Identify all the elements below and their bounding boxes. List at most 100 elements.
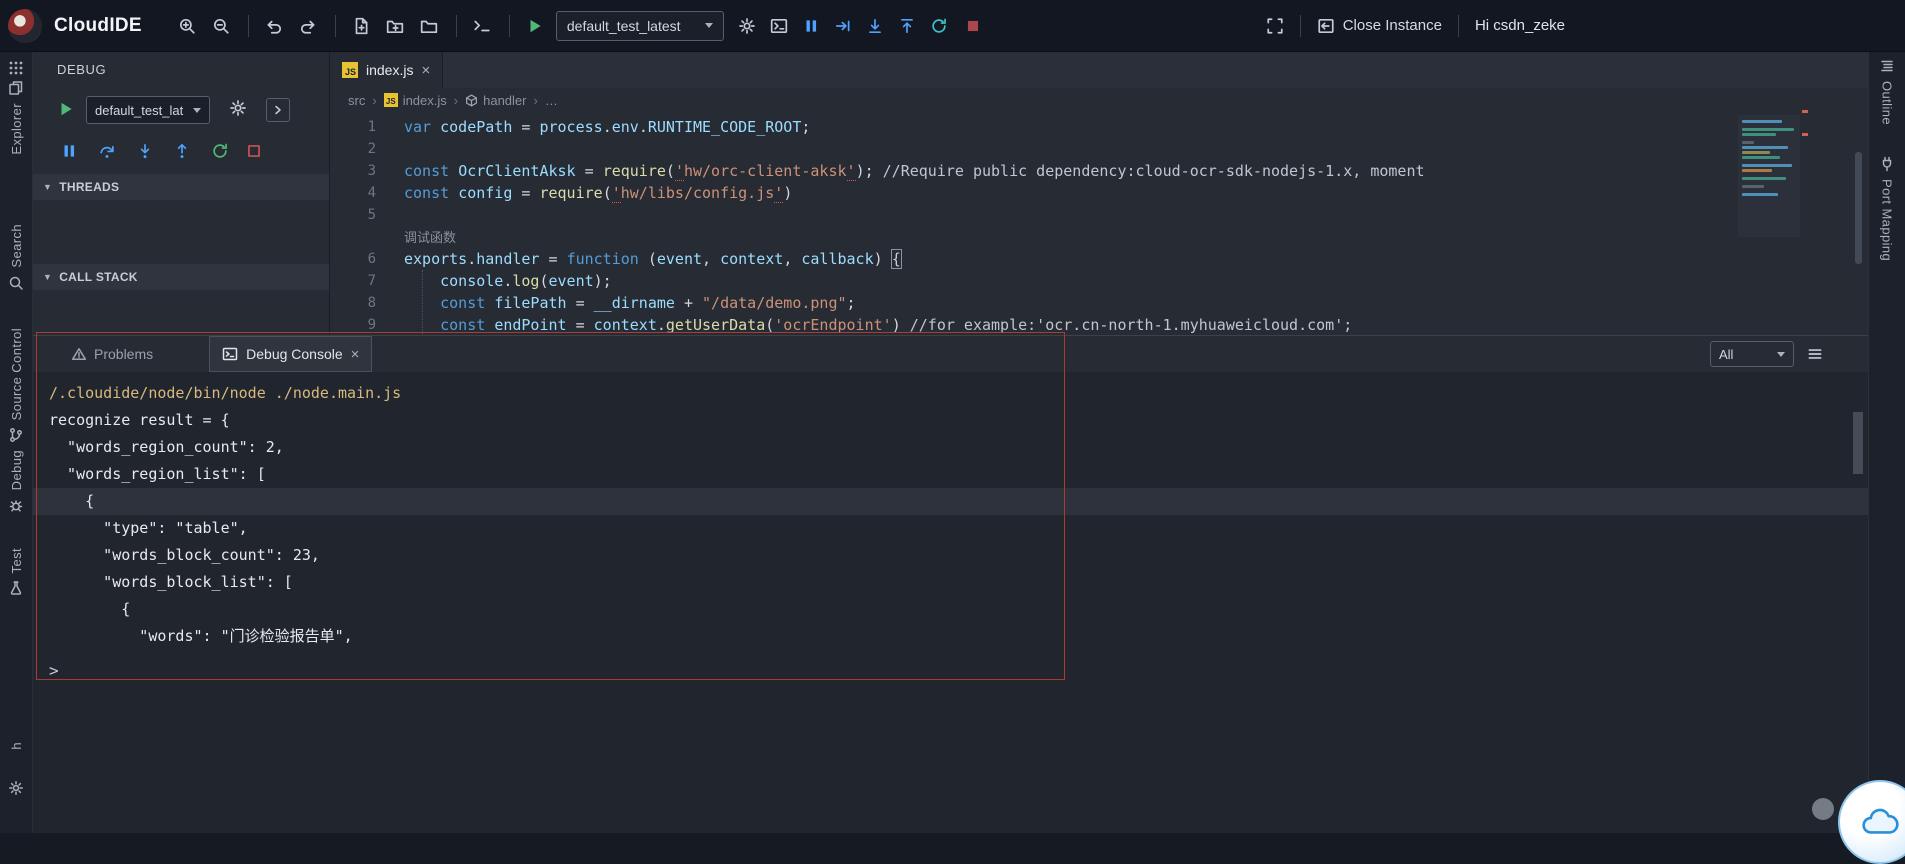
close-instance-button[interactable]: Close Instance (1317, 17, 1442, 35)
console-line: "words_block_count": 23, (33, 542, 1868, 569)
code-line: 9 const endPoint = context.getUserData('… (330, 314, 1868, 335)
gear-icon (8, 780, 24, 796)
runtime-select[interactable]: default_test_latest (556, 11, 724, 41)
refresh-icon[interactable] (930, 17, 948, 35)
sidebar-item-partial[interactable]: h (0, 742, 32, 750)
editor-scrollbar[interactable] (1855, 152, 1862, 264)
outline-icon (1879, 58, 1895, 74)
code-lines: 1var codePath = process.env.RUNTIME_CODE… (330, 116, 1868, 335)
minimap[interactable] (1738, 115, 1800, 237)
runtime-select-value: default_test_latest (567, 18, 681, 34)
console-filter-value: All (1719, 347, 1733, 362)
js-file-icon: JS (342, 62, 358, 78)
code-line: 1var codePath = process.env.RUNTIME_CODE… (330, 116, 1868, 138)
upload-icon[interactable] (898, 17, 916, 35)
breadcrumb-item[interactable]: handler (465, 93, 526, 108)
console-scrollbar[interactable] (1853, 412, 1863, 474)
sidebar-item-label: Debug (9, 450, 24, 490)
close-icon[interactable]: × (421, 63, 430, 78)
new-file-icon[interactable] (352, 17, 370, 35)
code-line: 调试函数 (330, 226, 1868, 248)
close-instance-icon (1317, 17, 1335, 35)
tab-label: Problems (94, 346, 153, 362)
breadcrumb-item[interactable]: … (545, 93, 558, 108)
console-prompt[interactable]: > (33, 658, 1868, 684)
call-stack-section-header[interactable]: ▼ CALL STACK (33, 264, 329, 290)
beaker-icon (8, 580, 24, 596)
debug-config-select[interactable]: default_test_lat (86, 96, 210, 124)
warning-icon (71, 346, 87, 362)
sidebar-item-source-control[interactable]: Source Control (0, 328, 32, 443)
app-title: CloudIDE (54, 15, 142, 37)
chevron-down-icon (1777, 352, 1785, 357)
restart-icon[interactable] (211, 142, 229, 160)
cloudide-window: CloudIDE default_test_latest (0, 0, 1905, 833)
gear-icon[interactable] (738, 17, 756, 35)
chevron-right-icon (270, 102, 286, 118)
continue-to-end-icon[interactable] (834, 17, 852, 35)
zoom-out-icon[interactable] (212, 17, 230, 35)
console-line: { (33, 488, 1868, 515)
run-play-icon[interactable] (526, 17, 544, 35)
step-out-icon[interactable] (173, 142, 191, 160)
debug-controls-row (33, 140, 329, 168)
breadcrumb-item[interactable]: JS index.js (384, 93, 447, 108)
tab-label: index.js (366, 62, 413, 78)
topbar-right-group: Close Instance Hi csdn_zeke (1266, 15, 1565, 37)
undo-icon[interactable] (265, 17, 283, 35)
download-icon[interactable] (866, 17, 884, 35)
open-launch-config-button[interactable] (266, 98, 290, 122)
section-label: THREADS (59, 180, 119, 194)
sidebar-item-test[interactable]: Test (0, 548, 32, 596)
threads-section-header[interactable]: ▼ THREADS (33, 174, 329, 200)
bottom-panel-tabbar: Problems Debug Console × All (33, 336, 1868, 372)
settings-button[interactable] (0, 780, 32, 796)
step-over-icon[interactable] (98, 142, 116, 160)
code-line: 2 (330, 138, 1868, 160)
assistant-secondary-dot[interactable] (1812, 798, 1834, 820)
zoom-in-icon[interactable] (178, 17, 196, 35)
console-lines: /.cloudide/node/bin/node ./node.main.jsr… (33, 380, 1868, 650)
console-line: "words_region_list": [ (33, 461, 1868, 488)
sidebar-item-label: Explorer (9, 103, 24, 155)
tab-debug-console[interactable]: Debug Console × (209, 336, 372, 372)
user-greeting: Hi csdn_zeke (1475, 17, 1565, 34)
redo-icon[interactable] (299, 17, 317, 35)
console-menu-icon[interactable] (1806, 345, 1824, 363)
tab-index-js[interactable]: JS index.js × (330, 52, 443, 88)
cloudide-logo (8, 9, 42, 43)
sidebar-item-label: h (9, 742, 24, 750)
breadcrumb-item[interactable]: src (348, 93, 365, 108)
step-into-icon[interactable] (136, 142, 154, 160)
files-icon (8, 80, 24, 96)
debug-pause-icon[interactable] (60, 142, 78, 160)
sidebar-item-search[interactable]: Search (0, 224, 32, 291)
apps-grid-button[interactable] (0, 60, 32, 76)
sidebar-item-port-mapping[interactable]: Port Mapping (1869, 156, 1905, 261)
start-debug-icon[interactable] (57, 100, 75, 118)
toolbar-divider (248, 15, 249, 37)
debug-config-row: default_test_lat (33, 96, 329, 126)
stop-icon[interactable] (964, 17, 982, 35)
plug-icon (1879, 156, 1895, 172)
terminal-icon[interactable] (473, 17, 491, 35)
folder-icon[interactable] (420, 17, 438, 35)
close-icon[interactable]: × (351, 347, 360, 362)
top-toolbar: CloudIDE default_test_latest (0, 0, 1905, 52)
debug-stop-icon[interactable] (245, 142, 263, 160)
tab-problems[interactable]: Problems (71, 346, 153, 362)
panel-title: DEBUG (57, 62, 106, 77)
console-filter-select[interactable]: All (1710, 341, 1794, 367)
debug-side-panel: DEBUG default_test_lat (33, 52, 330, 335)
sidebar-item-debug[interactable]: Debug (0, 450, 32, 513)
editor-tabbar: JS index.js × (330, 52, 1868, 88)
debug-settings-icon[interactable] (229, 99, 247, 117)
code-editor[interactable]: 1var codePath = process.env.RUNTIME_CODE… (330, 112, 1868, 335)
fullscreen-icon[interactable] (1266, 17, 1284, 35)
pause-icon[interactable] (802, 17, 820, 35)
new-folder-icon[interactable] (386, 17, 404, 35)
sidebar-item-outline[interactable]: Outline (1869, 58, 1905, 125)
sidebar-item-explorer[interactable]: Explorer (0, 80, 32, 155)
console-output[interactable]: /.cloudide/node/bin/node ./node.main.jsr… (33, 372, 1868, 684)
open-terminal-icon[interactable] (770, 17, 788, 35)
